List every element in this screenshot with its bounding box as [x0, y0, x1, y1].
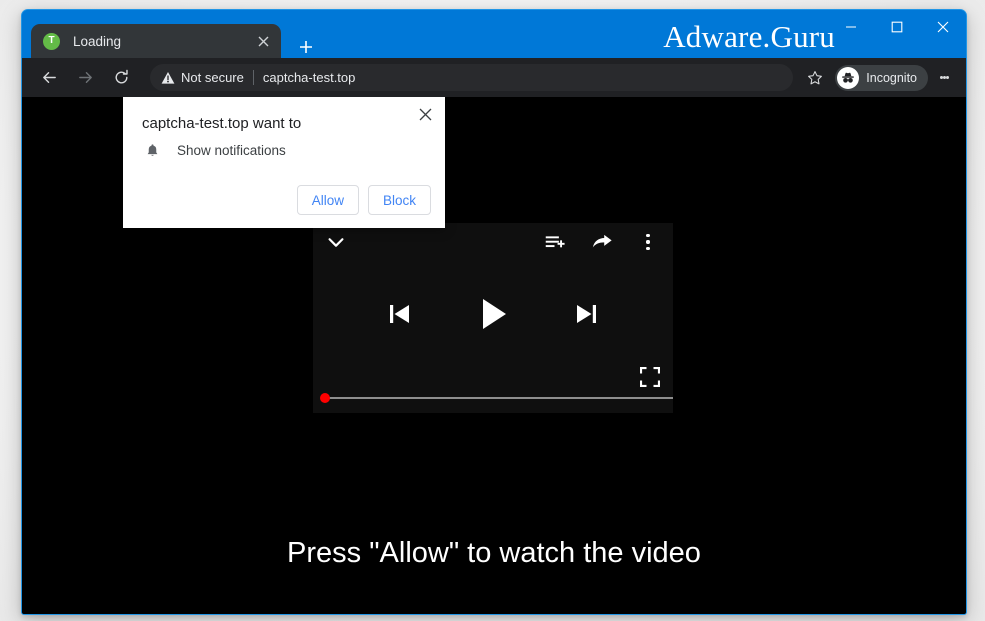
browser-tab[interactable]: T Loading — [31, 24, 281, 58]
forward-button[interactable] — [70, 63, 100, 93]
player-top-bar — [313, 223, 673, 261]
notification-permission-dialog: captcha-test.top want to Show notificati… — [123, 97, 445, 228]
minimize-button[interactable] — [828, 10, 874, 44]
player-menu-dot — [646, 234, 649, 237]
chevron-down-icon[interactable] — [325, 231, 347, 253]
close-button[interactable] — [920, 10, 966, 44]
bell-icon — [142, 143, 162, 158]
player-menu-dot — [646, 240, 649, 243]
maximize-button[interactable] — [874, 10, 920, 44]
title-bar: T Loading Adware.Guru — [22, 10, 966, 58]
permission-title: captcha-test.top want to — [142, 115, 301, 132]
back-button[interactable] — [34, 63, 64, 93]
incognito-icon — [837, 67, 859, 89]
player-progress-bar[interactable] — [313, 392, 673, 404]
bookmark-star-icon[interactable] — [801, 64, 829, 92]
menu-dot — [946, 76, 949, 79]
tab-favicon: T — [43, 33, 60, 50]
incognito-profile-chip[interactable]: Incognito — [835, 65, 928, 91]
progress-handle[interactable] — [320, 393, 330, 403]
share-icon[interactable] — [591, 231, 613, 253]
tab-close-icon[interactable] — [251, 29, 275, 53]
reload-button[interactable] — [106, 63, 136, 93]
tab-title: Loading — [73, 34, 251, 49]
player-transport-controls — [313, 279, 673, 349]
block-button[interactable]: Block — [368, 185, 431, 215]
page-viewport: captcha-test.top want to Show notificati… — [22, 97, 966, 614]
permission-actions: Allow Block — [297, 185, 431, 215]
fullscreen-icon[interactable] — [640, 367, 660, 387]
new-tab-button[interactable] — [292, 33, 320, 61]
incognito-label: Incognito — [866, 71, 917, 85]
add-to-queue-icon[interactable] — [544, 232, 565, 253]
play-icon[interactable] — [473, 294, 513, 334]
more-vertical-icon[interactable] — [637, 232, 659, 252]
previous-track-icon[interactable] — [385, 299, 415, 329]
page-headline: Press "Allow" to watch the video — [22, 537, 966, 570]
browser-window: T Loading Adware.Guru — [21, 9, 967, 615]
permission-request-row: Show notifications — [142, 143, 286, 158]
next-track-icon[interactable] — [571, 299, 601, 329]
allow-button[interactable]: Allow — [297, 185, 359, 215]
omnibox-divider — [253, 70, 254, 85]
address-bar[interactable]: Not secure captcha-test.top — [150, 64, 793, 91]
progress-track — [325, 397, 673, 399]
video-player — [313, 223, 673, 413]
permission-close-icon[interactable] — [413, 102, 437, 126]
security-status-label: Not secure — [181, 70, 244, 85]
site-watermark: Adware.Guru — [663, 19, 835, 55]
player-menu-dot — [646, 247, 649, 250]
permission-label: Show notifications — [177, 143, 286, 158]
window-controls — [828, 10, 966, 44]
browser-toolbar: Not secure captcha-test.top Incognito — [22, 58, 966, 97]
not-secure-warning-icon — [161, 71, 175, 85]
url-text: captcha-test.top — [263, 70, 782, 85]
chrome-menu-button[interactable] — [931, 64, 957, 92]
